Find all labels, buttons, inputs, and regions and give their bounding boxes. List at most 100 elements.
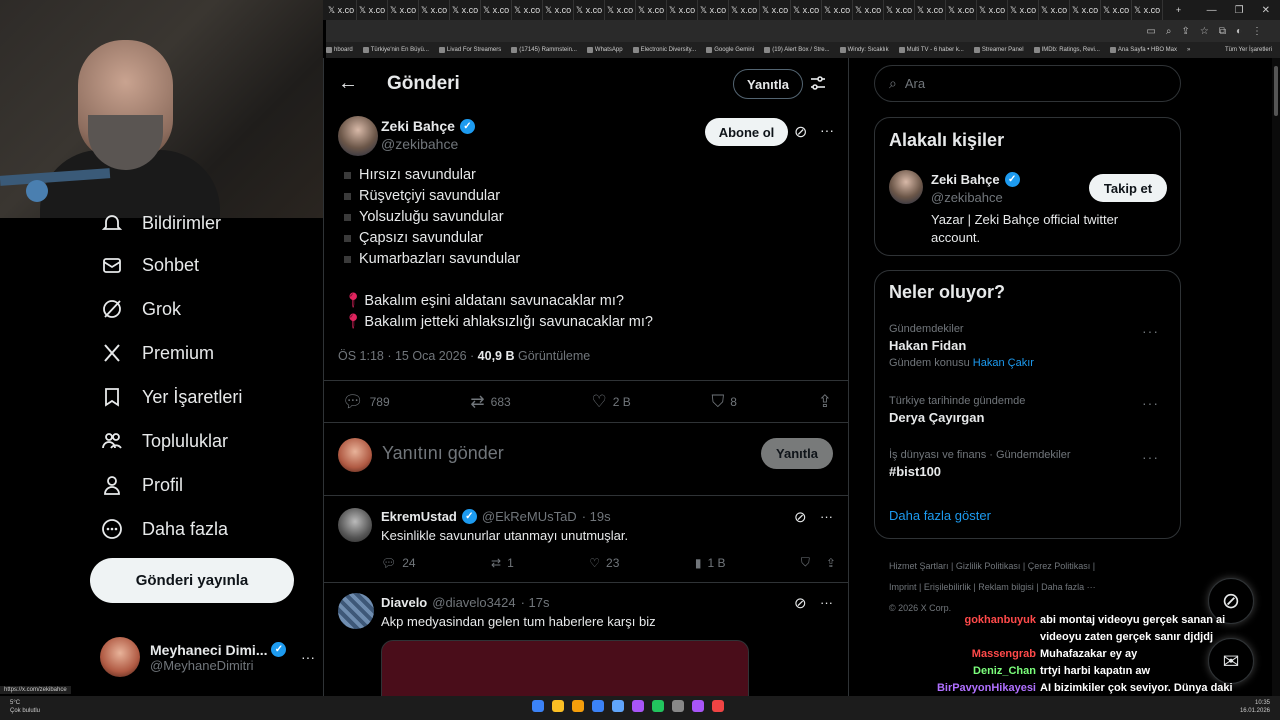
follow-button[interactable]: Takip et [1089, 174, 1167, 202]
reply-composer-input[interactable]: Yanıtını gönder [382, 443, 504, 464]
trend-item[interactable]: Türkiye tarihinde gündemde Derya Çayırga… [889, 395, 1169, 425]
browser-tab[interactable]: 𝕏 x.co [1008, 0, 1039, 20]
subscribe-button[interactable]: Abone ol [705, 118, 788, 146]
spotify-icon[interactable] [652, 700, 664, 712]
weather-widget[interactable]: 5°C Çok bulutlu [10, 699, 40, 715]
author-handle[interactable]: @zekibahce [381, 136, 458, 152]
reply-media[interactable] [381, 640, 749, 696]
author-avatar[interactable] [338, 116, 378, 156]
maximize-button[interactable]: ❐ [1235, 5, 1244, 16]
search-box[interactable]: ⌕ Ara [874, 65, 1181, 102]
share-icon[interactable]: ⇪ [1181, 26, 1189, 37]
repost-action[interactable]: ⇄ 683 [470, 392, 510, 412]
profile-icon[interactable]: ◐ [1236, 26, 1242, 37]
browser-tab[interactable]: 𝕏 x.co [1132, 0, 1163, 20]
browser-tab[interactable]: 𝕏 x.co [946, 0, 977, 20]
reply-action[interactable]: 💬︎ 24 [381, 556, 416, 570]
nav-item-grok[interactable]: Grok [100, 294, 181, 324]
settings-sliders-icon[interactable] [809, 74, 827, 97]
browser-tab[interactable]: 𝕏 x.co [915, 0, 946, 20]
app-icon[interactable] [672, 700, 684, 712]
address-bar[interactable]: ▭ ⌕ ⇪ ☆ ⧉ ◐ ⋮ [326, 20, 1280, 42]
browser-tab[interactable]: 𝕏 x.co [636, 0, 667, 20]
browser-tab[interactable]: 𝕏 x.co [977, 0, 1008, 20]
browser-tab[interactable]: 𝕏 x.co [481, 0, 512, 20]
reply-avatar[interactable] [338, 593, 374, 629]
browser-tab[interactable]: 𝕏 x.co [419, 0, 450, 20]
trend-link[interactable]: Hakan Çakır [973, 357, 1034, 369]
reply-header-button[interactable]: Yanıtla [733, 69, 803, 99]
star-icon[interactable]: ☆ [1200, 26, 1209, 37]
bookmarks-overflow[interactable]: » [1187, 47, 1190, 53]
trend-item[interactable]: Gündemdekiler Hakan Fidan Gündem konusu … [889, 323, 1169, 369]
grok-icon[interactable]: ⊘ [794, 122, 807, 142]
bookmark-item[interactable]: Electronic Diversity... [632, 47, 696, 53]
footer-link[interactable]: Daha fazla ··· [1041, 582, 1096, 592]
menu-icon[interactable]: ⋮ [1252, 26, 1262, 37]
nav-item-yer-i-şaretleri[interactable]: Yer İşaretleri [100, 382, 242, 412]
related-avatar[interactable] [889, 170, 923, 204]
share-action[interactable]: ⇪ [818, 392, 832, 412]
bookmark-item[interactable]: hboard [326, 47, 353, 53]
share-icon[interactable]: ⇪ [826, 556, 836, 570]
reply-submit-button[interactable]: Yanıtla [761, 438, 833, 469]
edge-icon[interactable] [592, 700, 604, 712]
post-button[interactable]: Gönderi yayınla [90, 558, 294, 603]
reply-author-name[interactable]: EkremUstad [381, 509, 457, 524]
views-action[interactable]: ▮ 1 B [695, 556, 726, 570]
nav-item-premium[interactable]: Premium [100, 338, 214, 368]
footer-link[interactable]: Reklam bilgisi [978, 582, 1034, 592]
browser-tab[interactable]: 𝕏 x.co [1101, 0, 1132, 20]
search-input[interactable]: Ara [905, 76, 925, 91]
repost-action[interactable]: ⇄ 1 [491, 556, 514, 570]
reply-more-icon[interactable]: ··· [820, 595, 833, 610]
clock[interactable]: 10:35 16.01.2026 [1240, 699, 1270, 715]
nav-item-bildirimler[interactable]: Bildirimler [100, 208, 221, 238]
browser-tab[interactable]: 𝕏 x.co [605, 0, 636, 20]
browser-tab[interactable]: 𝕏 x.co [357, 0, 388, 20]
like-action[interactable]: ♡ 23 [589, 556, 619, 570]
nav-item-sohbet[interactable]: Sohbet [100, 250, 199, 280]
nav-item-profil[interactable]: Profil [100, 470, 183, 500]
scrollbar[interactable] [1272, 58, 1280, 696]
close-window-button[interactable]: ✕ [1262, 5, 1270, 16]
footer-link[interactable]: Hizmet Şartları [889, 561, 949, 571]
bookmark-item[interactable]: Türkiye'nin En Büyü... [362, 47, 429, 53]
bookmark-item[interactable]: WhatsApp [586, 47, 623, 53]
reply-time[interactable]: · 17s [521, 595, 550, 610]
show-more-link[interactable]: Daha fazla göster [889, 508, 991, 523]
start-icon[interactable] [532, 700, 544, 712]
cast-icon[interactable]: ▭ [1146, 26, 1155, 37]
new-tab-button[interactable]: + [1163, 0, 1194, 20]
extensions-icon[interactable]: ⧉ [1219, 26, 1226, 37]
app-icon[interactable] [712, 700, 724, 712]
bookmark-item[interactable]: Ana Sayfa • HBO Max [1109, 47, 1177, 53]
footer-link[interactable]: Erişilebilirlik [924, 582, 971, 592]
bookmark-item[interactable]: Multi TV - 6 haber k... [898, 47, 964, 53]
bookmark-item[interactable]: Streamer Panel [973, 47, 1024, 53]
post-timestamp[interactable]: ÖS 1:18 · 15 Oca 2026 · [338, 349, 478, 363]
nav-item-daha-fazla[interactable]: Daha fazla [100, 514, 228, 544]
discord-icon[interactable] [632, 700, 644, 712]
reply-author-name[interactable]: Diavelo [381, 595, 427, 610]
browser-tab[interactable]: 𝕏 x.co [326, 0, 357, 20]
browser-tab[interactable]: 𝕏 x.co [791, 0, 822, 20]
browser-tab[interactable]: 𝕏 x.co [512, 0, 543, 20]
browser-tab[interactable]: 𝕏 x.co [760, 0, 791, 20]
browser-tab[interactable]: 𝕏 x.co [853, 0, 884, 20]
browser-tab[interactable]: 𝕏 x.co [667, 0, 698, 20]
browser-tab[interactable]: 𝕏 x.co [698, 0, 729, 20]
reply-time[interactable]: · 19s [582, 509, 611, 524]
bookmark-item[interactable]: (17145) Rammstein... [511, 47, 577, 53]
trend-item[interactable]: İş dünyası ve finans · Gündemdekiler #bi… [889, 449, 1169, 479]
browser-tab[interactable]: 𝕏 x.co [388, 0, 419, 20]
footer-link[interactable]: Gizlilik Politikası [956, 561, 1021, 571]
bookmark-item[interactable]: Livad For Streamers [438, 47, 501, 53]
bookmark-icon[interactable]: ⛉ [801, 555, 810, 570]
browser-tab[interactable]: 𝕏 x.co [1070, 0, 1101, 20]
related-name[interactable]: Zeki Bahçe [931, 172, 1000, 187]
back-arrow-icon[interactable]: ← [338, 72, 358, 95]
all-bookmarks[interactable]: Tüm Yer İşaretleri [1225, 47, 1280, 53]
bookmark-item[interactable]: Google Gemini [706, 47, 754, 53]
grok-icon[interactable]: ⊘ [794, 508, 807, 526]
